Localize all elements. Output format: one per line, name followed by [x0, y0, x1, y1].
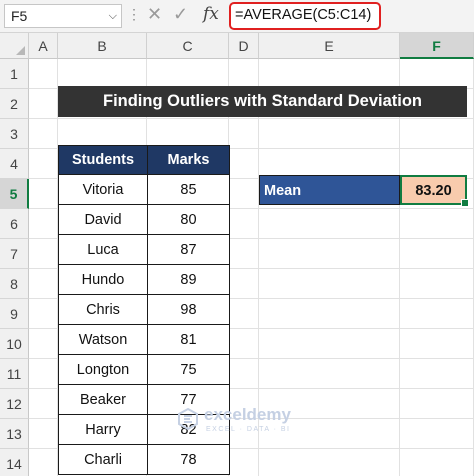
- table-row: Longton 75: [58, 354, 230, 385]
- column-header-e[interactable]: E: [259, 33, 400, 59]
- mean-label[interactable]: Mean: [259, 175, 400, 205]
- enter-check-icon[interactable]: ✓: [173, 4, 188, 25]
- formula-buttons: ✕ ✓ fx: [143, 3, 227, 29]
- chevron-down-icon[interactable]: ⌵: [109, 5, 117, 27]
- table-row: Vitoria 85: [58, 174, 230, 205]
- column-header-b[interactable]: B: [58, 33, 147, 59]
- student-name-cell[interactable]: Beaker: [58, 384, 148, 415]
- row-header-2[interactable]: 2: [0, 89, 29, 119]
- row-header-11[interactable]: 11: [0, 359, 29, 389]
- marks-cell[interactable]: 89: [147, 264, 230, 295]
- row-header-12[interactable]: 12: [0, 389, 29, 419]
- row-header-1[interactable]: 1: [0, 59, 29, 89]
- marks-cell[interactable]: 85: [147, 174, 230, 205]
- marks-cell[interactable]: 75: [147, 354, 230, 385]
- column-header-a[interactable]: A: [29, 33, 58, 59]
- row-header-4[interactable]: 4: [0, 149, 29, 179]
- marks-cell[interactable]: 80: [147, 204, 230, 235]
- row-header-8[interactable]: 8: [0, 269, 29, 299]
- student-name-cell[interactable]: David: [58, 204, 148, 235]
- student-name-cell[interactable]: Hundo: [58, 264, 148, 295]
- mean-value-cell[interactable]: 83.20: [400, 175, 469, 207]
- table-row: Charli 78: [58, 444, 230, 475]
- select-all-corner[interactable]: [0, 33, 29, 59]
- row-header-6[interactable]: 6: [0, 209, 29, 239]
- row-header-5[interactable]: 5: [0, 179, 29, 209]
- insert-function-icon[interactable]: fx: [203, 4, 219, 24]
- exceldemy-logo-icon: [178, 407, 198, 431]
- student-name-cell[interactable]: Charli: [58, 444, 148, 475]
- name-box[interactable]: F5 ⌵: [4, 4, 122, 28]
- grid-line-horizontal: [29, 118, 474, 119]
- table-row: Chris 98: [58, 294, 230, 325]
- row-header-13[interactable]: 13: [0, 419, 29, 449]
- name-box-value: F5: [11, 8, 28, 24]
- watermark-name: exceldemy: [204, 405, 291, 424]
- formula-bar: F5 ⌵ ⋮ ✕ ✓ fx =AVERAGE(C5:C14): [0, 0, 474, 33]
- marks-cell[interactable]: 87: [147, 234, 230, 265]
- cancel-icon[interactable]: ✕: [147, 4, 162, 25]
- student-name-cell[interactable]: Chris: [58, 294, 148, 325]
- student-name-cell[interactable]: Harry: [58, 414, 148, 445]
- row-header-7[interactable]: 7: [0, 239, 29, 269]
- student-name-cell[interactable]: Vitoria: [58, 174, 148, 205]
- marks-cell[interactable]: 78: [147, 444, 230, 475]
- row-header-14[interactable]: 14: [0, 449, 29, 476]
- header-marks[interactable]: Marks: [147, 145, 230, 175]
- row-header-3[interactable]: 3: [0, 119, 29, 149]
- row-header-9[interactable]: 9: [0, 299, 29, 329]
- table-row: Hundo 89: [58, 264, 230, 295]
- column-header-f[interactable]: F: [400, 33, 474, 59]
- exceldemy-watermark: exceldemy EXCEL · DATA · BI: [176, 403, 326, 443]
- watermark-tagline: EXCEL · DATA · BI: [206, 426, 291, 433]
- marks-cell[interactable]: 98: [147, 294, 230, 325]
- column-header-d[interactable]: D: [229, 33, 259, 59]
- student-name-cell[interactable]: Longton: [58, 354, 148, 385]
- formula-input[interactable]: =AVERAGE(C5:C14): [229, 2, 381, 30]
- row-header-10[interactable]: 10: [0, 329, 29, 359]
- student-name-cell[interactable]: Luca: [58, 234, 148, 265]
- table-row: David 80: [58, 204, 230, 235]
- student-name-cell[interactable]: Watson: [58, 324, 148, 355]
- sheet-title[interactable]: Finding Outliers with Standard Deviation: [58, 86, 467, 117]
- column-header-c[interactable]: C: [147, 33, 229, 59]
- table-row: Luca 87: [58, 234, 230, 265]
- more-options-icon[interactable]: ⋮: [127, 6, 142, 23]
- header-students[interactable]: Students: [58, 145, 148, 175]
- table-row: Watson 81: [58, 324, 230, 355]
- marks-cell[interactable]: 81: [147, 324, 230, 355]
